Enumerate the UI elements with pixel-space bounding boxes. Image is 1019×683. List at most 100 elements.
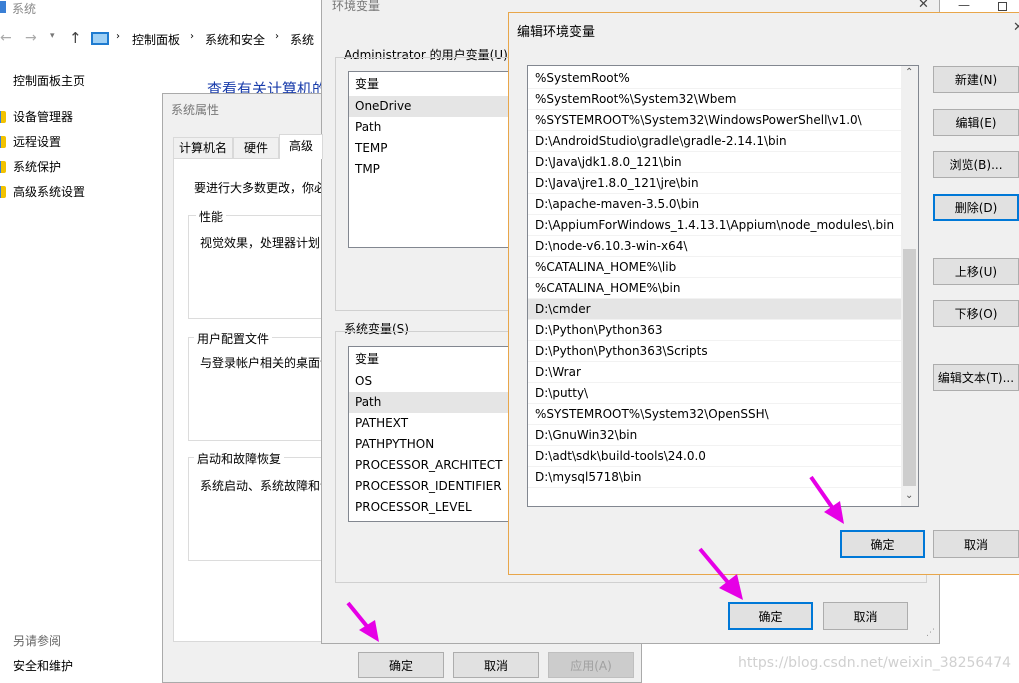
user-vars-list[interactable]: 变量 OneDrive Path TEMP TMP — [348, 71, 518, 248]
nav-item-label: 高级系统设置 — [13, 185, 86, 199]
path-row[interactable]: D:\Python\Python363 — [528, 320, 901, 341]
computer-icon — [91, 32, 109, 45]
breadcrumb-security[interactable]: 系统和安全 — [205, 31, 265, 48]
list-item[interactable]: PROCESSOR_ARCHITECT — [349, 455, 517, 476]
nav-item-remote[interactable]: 远程设置 — [0, 133, 160, 153]
nav-home-link[interactable]: 控制面板主页 — [13, 72, 85, 89]
path-row[interactable]: D:\Java\jre1.8.0_121\jre\bin — [528, 173, 901, 194]
history-dropdown-icon[interactable]: ▾ — [50, 31, 55, 41]
path-row[interactable]: D:\GnuWin32\bin — [528, 425, 901, 446]
path-row[interactable]: D:\apache-maven-3.5.0\bin — [528, 194, 901, 215]
tab-hardware[interactable]: 硬件 — [233, 137, 279, 158]
maximize-icon[interactable] — [998, 2, 1007, 11]
path-row[interactable]: %SystemRoot% — [528, 68, 901, 89]
path-row[interactable]: %CATALINA_HOME%\lib — [528, 257, 901, 278]
nav-item-device-manager[interactable]: 设备管理器 — [0, 108, 160, 128]
new-button[interactable]: 新建(N) — [933, 66, 1019, 93]
path-row[interactable]: D:\Java\jdk1.8.0_121\bin — [528, 152, 901, 173]
cancel-button[interactable]: 取消 — [453, 652, 539, 678]
list-item[interactable]: Path — [349, 117, 517, 138]
tab-computer-name[interactable]: 计算机名 — [173, 137, 233, 158]
window-title: 系统 — [12, 2, 37, 16]
dialog-title: 编辑环境变量 — [517, 25, 596, 40]
nav-item-advanced[interactable]: 高级系统设置 — [0, 183, 160, 203]
apply-button[interactable]: 应用(A) — [548, 652, 634, 678]
path-row[interactable]: %SYSTEMROOT%\System32\OpenSSH\ — [528, 404, 901, 425]
back-icon[interactable]: ← — [0, 30, 12, 46]
breadcrumb-control-panel[interactable]: 控制面板 — [132, 31, 180, 48]
minimize-icon[interactable]: — — [958, 0, 970, 12]
user-profiles-text: 与登录帐户相关的桌面设 — [200, 356, 333, 370]
shield-icon — [0, 111, 6, 123]
scroll-up-icon[interactable]: ⌃ — [905, 67, 913, 78]
close-icon[interactable]: ✕ — [918, 0, 929, 12]
list-item[interactable]: PROCESSOR_IDENTIFIER — [349, 476, 517, 497]
arrow-annotation-icon — [346, 601, 379, 642]
nav-item-label: 远程设置 — [13, 135, 62, 149]
list-item[interactable]: PATHPYTHON — [349, 434, 517, 455]
path-row[interactable]: D:\adt\sdk\build-tools\24.0.0 — [528, 446, 901, 467]
address-bar: ← → ▾ ↑ › 控制面板 › 系统和安全 › 系统 — [0, 27, 330, 51]
path-row[interactable]: D:\node-v6.10.3-win-x64\ — [528, 236, 901, 257]
ok-button[interactable]: 确定 — [728, 602, 813, 630]
scroll-thumb[interactable] — [903, 249, 916, 486]
list-item[interactable]: OneDrive — [349, 96, 517, 117]
nav-item-label: 系统保护 — [13, 160, 62, 174]
system-vars-list[interactable]: 变量 OS Path PATHEXT PATHPYTHON PROCESSOR_… — [348, 346, 518, 522]
close-icon[interactable]: ✕ — [1013, 20, 1019, 35]
path-row[interactable]: D:\Python\Python363\Scripts — [528, 341, 901, 362]
arrow-annotation-icon — [698, 547, 743, 600]
list-item[interactable]: PATHEXT — [349, 413, 517, 434]
path-row[interactable]: D:\putty\ — [528, 383, 901, 404]
edit-button[interactable]: 编辑(E) — [933, 109, 1019, 136]
path-rows: %SystemRoot% %SystemRoot%\System32\Wbem … — [528, 68, 901, 488]
edit-text-button[interactable]: 编辑文本(T)... — [933, 364, 1019, 391]
path-row[interactable]: %SystemRoot%\System32\Wbem — [528, 89, 901, 110]
dialog-title: 系统属性 — [171, 103, 220, 117]
browse-button[interactable]: 浏览(B)... — [933, 151, 1019, 178]
move-up-button[interactable]: 上移(U) — [933, 258, 1019, 285]
forward-icon[interactable]: → — [25, 30, 37, 46]
path-row[interactable]: D:\AndroidStudio\gradle\gradle-2.14.1\bi… — [528, 131, 901, 152]
arrow-annotation-icon — [809, 475, 844, 524]
move-down-button[interactable]: 下移(O) — [933, 300, 1019, 327]
ok-button[interactable]: 确定 — [358, 652, 444, 678]
nav-item-protection[interactable]: 系统保护 — [0, 158, 160, 178]
vertical-scrollbar[interactable]: ⌃ ⌄ — [901, 66, 918, 506]
startup-title: 启动和故障恢复 — [194, 450, 285, 467]
path-row-selected[interactable]: D:\cmder — [528, 299, 901, 320]
path-row[interactable]: D:\AppiumForWindows_1.4.13.1\Appium\node… — [528, 215, 901, 236]
watermark: https://blog.csdn.net/weixin_38256474 — [738, 655, 1012, 671]
breadcrumb-system[interactable]: 系统 — [290, 31, 314, 48]
scroll-down-icon[interactable]: ⌄ — [905, 490, 913, 501]
tab-advanced[interactable]: 高级 — [279, 134, 323, 159]
path-row[interactable]: %CATALINA_HOME%\bin — [528, 278, 901, 299]
path-row[interactable]: %SYSTEMROOT%\System32\WindowsPowerShell\… — [528, 110, 901, 131]
list-item[interactable]: OS — [349, 371, 517, 392]
list-header[interactable]: 变量 — [349, 72, 517, 96]
shield-icon — [0, 161, 6, 173]
system-icon — [0, 1, 6, 13]
resize-grip-icon[interactable]: ⋰ — [926, 628, 935, 638]
cancel-button[interactable]: 取消 — [823, 602, 908, 630]
list-item[interactable]: TMP — [349, 159, 517, 180]
list-item[interactable]: TEMP — [349, 138, 517, 159]
list-header[interactable]: 变量 — [349, 347, 517, 371]
breadcrumb-separator-icon: › — [116, 31, 120, 42]
list-item[interactable]: Path — [349, 392, 517, 413]
delete-button[interactable]: 删除(D) — [933, 194, 1019, 221]
dialog-title: 环境变量 — [332, 0, 381, 13]
list-item[interactable]: PROCESSOR_LEVEL — [349, 497, 517, 518]
path-list[interactable]: %SystemRoot% %SystemRoot%\System32\Wbem … — [527, 65, 919, 507]
user-profiles-title: 用户配置文件 — [194, 330, 273, 347]
path-row[interactable]: D:\Wrar — [528, 362, 901, 383]
see-also-label: 另请参阅 — [13, 634, 62, 648]
shield-icon — [0, 136, 6, 148]
breadcrumb-separator-icon: › — [275, 31, 279, 42]
up-icon[interactable]: ↑ — [69, 29, 82, 47]
see-also-link[interactable]: 安全和维护 — [13, 657, 73, 674]
admin-note: 要进行大多数更改，你必 — [194, 181, 327, 195]
ok-button[interactable]: 确定 — [840, 530, 925, 558]
shield-icon — [0, 186, 6, 198]
cancel-button[interactable]: 取消 — [933, 530, 1019, 558]
